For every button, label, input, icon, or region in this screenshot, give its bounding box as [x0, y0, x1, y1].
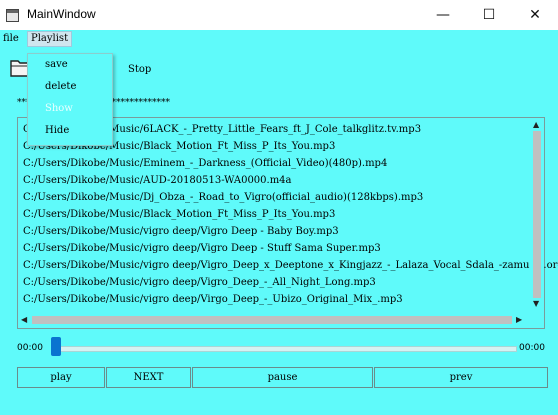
- horizontal-scrollbar[interactable]: ◀ ▶: [18, 312, 530, 328]
- list-item[interactable]: C:/Users/Dikobe/Music/Dj_Obza_-_Road_to_…: [23, 190, 423, 205]
- playlist-dropdown-menu: save delete Show Hide: [27, 53, 113, 146]
- list-item[interactable]: C:/Users/Dikobe/Music/vigro deep/Vigro D…: [23, 224, 339, 239]
- menu-item-show: Show: [45, 103, 73, 114]
- menu-item-delete[interactable]: delete: [45, 81, 76, 92]
- minimize-button[interactable]: —: [420, 0, 466, 30]
- title-bar: MainWindow — ☐ ✕: [0, 0, 558, 30]
- list-item[interactable]: C:/Users/Dikobe/Music/Eminem_-_Darkness_…: [23, 156, 387, 171]
- stop-button[interactable]: Stop: [128, 64, 151, 75]
- vertical-scroll-thumb[interactable]: [533, 131, 541, 298]
- scroll-up-icon[interactable]: ▲: [533, 120, 539, 130]
- app-window-icon: [6, 9, 19, 22]
- list-item[interactable]: C:/Users/Dikobe/Music/vigro deep/Virgo_D…: [23, 292, 403, 307]
- current-time: 00:00: [17, 343, 43, 353]
- menu-item-hide[interactable]: Hide: [45, 125, 69, 136]
- play-button[interactable]: play: [17, 367, 105, 388]
- list-item[interactable]: C:/Users/Dikobe/Music/vigro deep/Vigro_D…: [23, 258, 558, 273]
- maximize-button[interactable]: ☐: [466, 0, 512, 30]
- window-title: MainWindow: [27, 7, 96, 21]
- playlist-list[interactable]: C:/Users/Dikobe/Music/6LACK_-_Pretty_Lit…: [17, 117, 558, 329]
- next-button[interactable]: NEXT: [106, 367, 191, 388]
- menu-item-save[interactable]: save: [45, 59, 68, 70]
- seek-slider[interactable]: [60, 346, 517, 352]
- menu-file[interactable]: file: [0, 32, 22, 46]
- list-item[interactable]: C:/Users/Dikobe/Music/vigro deep/Vigro D…: [23, 241, 381, 256]
- scroll-left-icon[interactable]: ◀: [21, 315, 27, 325]
- list-item[interactable]: C:/Users/Dikobe/Music/AUD-20180513-WA000…: [23, 173, 292, 188]
- scroll-right-icon[interactable]: ▶: [516, 315, 522, 325]
- menu-playlist[interactable]: Playlist: [27, 31, 73, 47]
- close-button[interactable]: ✕: [512, 0, 558, 30]
- list-item[interactable]: C:/Users/Dikobe/Music/vigro deep/Vigro_D…: [23, 275, 376, 290]
- seek-slider-handle[interactable]: [51, 337, 61, 356]
- horizontal-scroll-thumb[interactable]: [32, 316, 512, 324]
- list-item[interactable]: C:/Users/Dikobe/Music/Black_Motion_Ft_Mi…: [23, 207, 335, 222]
- menu-bar: [0, 30, 558, 48]
- total-time: 00:00: [519, 343, 545, 353]
- prev-button[interactable]: prev: [374, 367, 548, 388]
- pause-button[interactable]: pause: [192, 367, 373, 388]
- scroll-down-icon[interactable]: ▼: [533, 299, 539, 309]
- vertical-scrollbar[interactable]: ▲ ▼: [530, 118, 544, 311]
